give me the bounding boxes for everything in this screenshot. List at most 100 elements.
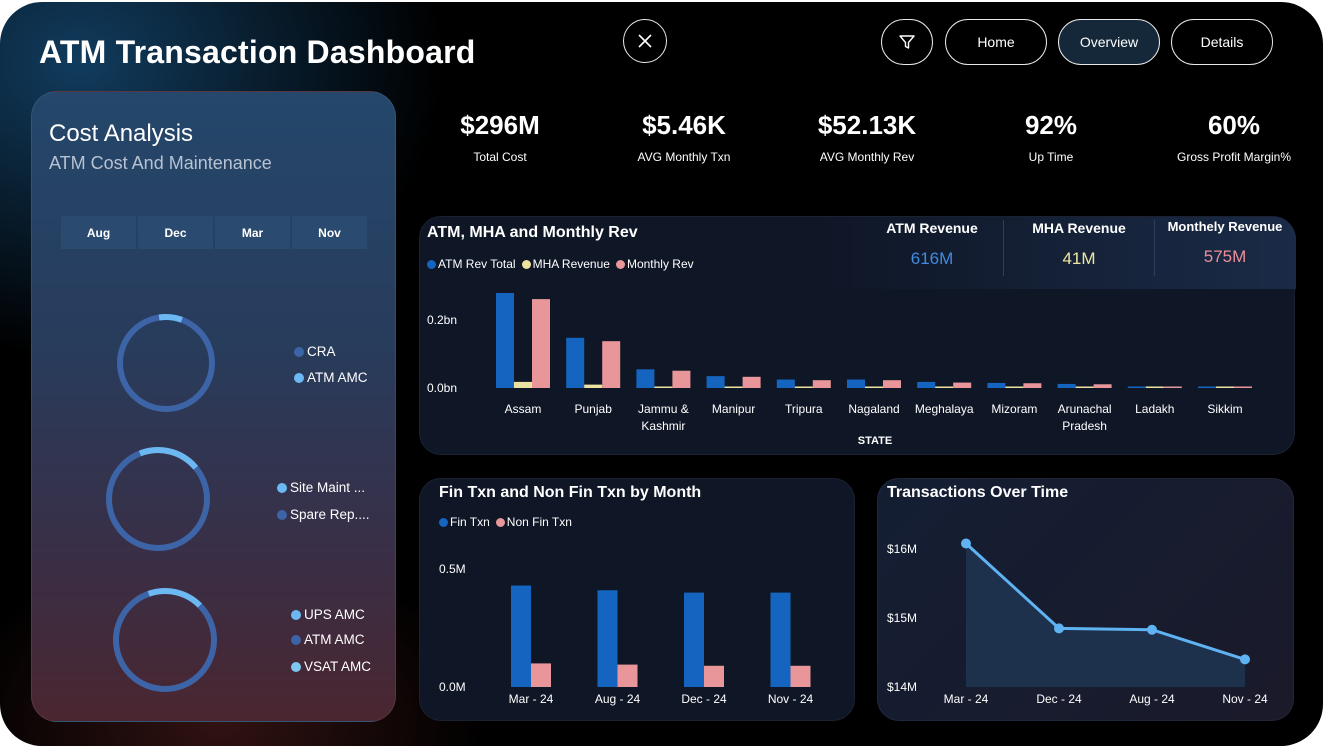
kpi-value: 60% <box>1207 110 1261 140</box>
summary-label: ATM Revenue <box>886 220 978 236</box>
monthly-revenue-summary: Monthely Revenue 575M <box>1150 219 1300 267</box>
close-icon <box>638 34 652 48</box>
kpi-avg-monthly-rev: $52.13K AVG Monthly Rev <box>777 110 957 164</box>
page-title: ATM Transaction Dashboard <box>39 34 476 70</box>
donut-segment <box>138 447 199 470</box>
x-tick-label: Sikkim <box>1207 402 1242 416</box>
bar <box>865 386 883 388</box>
legend-item: Fin Txn <box>439 515 490 529</box>
bar <box>1075 386 1094 388</box>
bar <box>654 386 673 388</box>
summary-value: 616M <box>910 249 954 268</box>
legend-label: ATM AMC <box>304 632 365 647</box>
x-tick-label: Tripura <box>785 402 823 416</box>
x-tick-label: Kashmir <box>641 419 685 433</box>
y-tick-label: $16M <box>887 542 917 556</box>
legend-label: Non Fin Txn <box>506 515 572 529</box>
y-tick-label: 0.5M <box>439 562 466 576</box>
bar <box>532 299 550 388</box>
fin-legend: Fin Txn Non Fin Txn <box>439 515 578 529</box>
y-tick-label: 0.0M <box>439 680 466 694</box>
bar <box>724 386 743 388</box>
legend-item: VSAT AMC <box>291 659 371 674</box>
revenue-bar-chart: 0.0bn 0.2bn Assam Punjab Jammu & Kashmir Manip… <box>427 293 1252 447</box>
bar <box>684 592 704 687</box>
summary-value: 41M <box>1062 249 1096 268</box>
legend-item: UPS AMC <box>291 607 365 622</box>
donut-segment <box>147 588 202 608</box>
filter-button[interactable] <box>881 19 933 65</box>
cost-analysis-panel: Cost Analysis ATM Cost And Maintenance A… <box>31 91 396 722</box>
bar <box>617 664 638 687</box>
summary-label: MHA Revenue <box>1032 220 1126 236</box>
time-chart-title: Transactions Over Time <box>887 484 1069 501</box>
legend-label: ATM AMC <box>307 370 368 385</box>
area-fill <box>966 543 1245 687</box>
x-tick-label: Ladakh <box>1135 402 1174 416</box>
x-tick-label: Jammu & <box>638 402 689 416</box>
kpi-label: AVG Monthly Rev <box>819 150 915 164</box>
legend-dot <box>277 482 287 493</box>
legend-dot <box>294 372 304 383</box>
bar <box>1005 386 1024 388</box>
x-tick-label: Dec - 24 <box>1036 692 1082 706</box>
summary-value: 575M <box>1203 247 1247 266</box>
x-tick-label: Meghalaya <box>915 402 974 416</box>
bar <box>794 386 813 388</box>
bar <box>917 381 936 388</box>
bar <box>883 380 901 388</box>
kpi-value: $5.46K <box>642 110 726 140</box>
bar <box>672 370 691 388</box>
x-tick-label: Aug - 24 <box>595 692 641 706</box>
kpi-value: $52.13K <box>817 110 917 140</box>
bar <box>987 382 1006 388</box>
revenue-chart-title: ATM, MHA and Monthly Rev <box>427 224 638 241</box>
close-button[interactable] <box>623 19 667 63</box>
legend-dot <box>495 517 505 527</box>
details-button[interactable]: Details <box>1171 19 1273 65</box>
data-point <box>1147 624 1157 635</box>
legend-label: VSAT AMC <box>304 659 372 674</box>
revenue-legend: ATM Rev Total MHA Revenue Monthly Rev <box>427 257 700 271</box>
dashboard-frame: ATM Transaction Dashboard Home Overview … <box>0 2 1323 746</box>
bar <box>776 379 795 388</box>
bar <box>1145 386 1164 388</box>
kpi-label: Gross Profit Margin% <box>1176 150 1292 164</box>
bar <box>1216 386 1234 388</box>
x-tick-label: Punjab <box>575 402 613 416</box>
bar <box>847 379 865 388</box>
legend-item: ATM AMC <box>294 370 368 385</box>
x-tick-label: Aug - 24 <box>1129 692 1175 706</box>
legend-item: Non Fin Txn <box>495 515 572 529</box>
home-button[interactable]: Home <box>945 19 1047 65</box>
legend-dot <box>427 259 436 269</box>
x-tick-label: Mizoram <box>991 402 1037 416</box>
x-tick-label: Manipur <box>712 402 755 416</box>
legend-dot <box>439 517 448 527</box>
bar <box>1127 386 1146 388</box>
kpi-up-time: 92% Up Time <box>961 110 1141 164</box>
legend-dot <box>291 634 301 645</box>
legend-dot <box>521 259 531 269</box>
legend-item: CRA <box>294 344 336 359</box>
x-tick-label: Dec - 24 <box>681 692 727 706</box>
bar <box>790 665 811 687</box>
bar <box>496 293 514 388</box>
summary-label: Monthely Revenue <box>1167 219 1283 234</box>
legend-dot <box>615 259 625 269</box>
kpi-label: AVG Monthly Txn <box>637 150 731 164</box>
bar <box>1234 386 1252 388</box>
bar <box>1023 383 1042 388</box>
bar <box>1163 386 1182 388</box>
data-point <box>1054 623 1064 634</box>
x-tick-label: Mar - 24 <box>509 692 554 706</box>
bar <box>531 663 551 687</box>
y-tick-label: 0.2bn <box>427 313 457 327</box>
bar <box>742 376 761 388</box>
overview-button[interactable]: Overview <box>1058 19 1160 65</box>
bar <box>953 382 972 388</box>
bar <box>1198 386 1216 388</box>
x-tick-label: Pradesh <box>1062 419 1107 433</box>
x-axis-label: STATE <box>858 435 892 447</box>
bar <box>566 337 585 388</box>
